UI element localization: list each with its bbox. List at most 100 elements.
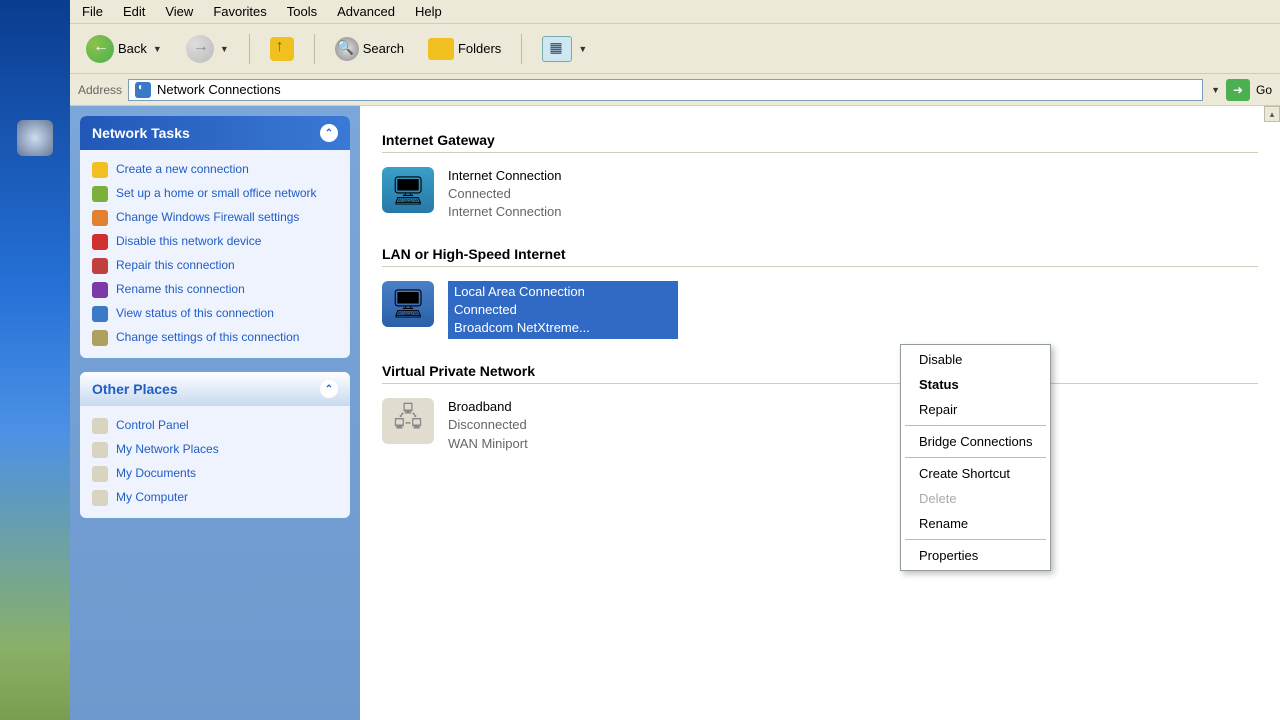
place-network-places[interactable]: My Network Places	[92, 438, 338, 462]
connection-status: Connected	[448, 185, 561, 203]
context-shortcut[interactable]: Create Shortcut	[903, 461, 1048, 486]
network-places-icon	[92, 442, 108, 458]
status-icon	[92, 306, 108, 322]
context-delete[interactable]: Delete	[903, 486, 1048, 511]
task-repair[interactable]: Repair this connection	[92, 254, 338, 278]
place-label: My Computer	[116, 490, 188, 506]
connection-device: Broadcom NetXtreme...	[454, 319, 672, 337]
back-button[interactable]: Back ▼	[78, 31, 170, 67]
task-create-connection[interactable]: Create a new connection	[92, 158, 338, 182]
address-value: Network Connections	[157, 82, 281, 97]
context-separator	[905, 457, 1046, 458]
rename-icon	[92, 282, 108, 298]
back-arrow-icon	[86, 35, 114, 63]
context-menu: Disable Status Repair Bridge Connections…	[900, 344, 1051, 571]
chevron-down-icon: ▼	[578, 44, 587, 54]
connection-vpn[interactable]: Broadband Disconnected WAN Miniport	[382, 398, 1258, 453]
connection-status: Disconnected	[448, 416, 528, 434]
menu-tools[interactable]: Tools	[287, 4, 317, 19]
back-label: Back	[118, 41, 147, 56]
chevron-down-icon[interactable]: ▼	[1211, 85, 1220, 95]
views-button[interactable]: ▼	[534, 32, 595, 66]
task-label: Rename this connection	[116, 282, 245, 298]
chevron-down-icon: ▼	[220, 44, 229, 54]
internet-connection-icon	[382, 167, 434, 213]
go-arrow-icon: ➜	[1233, 83, 1243, 97]
firewall-icon	[92, 210, 108, 226]
network-tasks-panel: Network Tasks ⌃ Create a new connection …	[80, 116, 350, 358]
search-button[interactable]: Search	[327, 33, 412, 65]
address-label: Address	[78, 83, 122, 97]
connection-name: Local Area Connection	[454, 283, 672, 301]
search-label: Search	[363, 41, 404, 56]
connection-text: Broadband Disconnected WAN Miniport	[448, 398, 528, 453]
go-label: Go	[1256, 83, 1272, 97]
context-bridge[interactable]: Bridge Connections	[903, 429, 1048, 454]
menu-advanced[interactable]: Advanced	[337, 4, 395, 19]
scroll-up-button[interactable]: ▴	[1264, 106, 1280, 122]
menu-help[interactable]: Help	[415, 4, 442, 19]
task-view-status[interactable]: View status of this connection	[92, 302, 338, 326]
address-field[interactable]: Network Connections	[128, 79, 1203, 101]
context-separator	[905, 425, 1046, 426]
task-change-settings[interactable]: Change settings of this connection	[92, 326, 338, 350]
context-status[interactable]: Status	[903, 372, 1048, 397]
chevron-down-icon: ▼	[153, 44, 162, 54]
task-disable-device[interactable]: Disable this network device	[92, 230, 338, 254]
connection-local-area[interactable]: Local Area Connection Connected Broadcom…	[382, 281, 1258, 340]
group-header-lan: LAN or High-Speed Internet	[382, 246, 1258, 267]
toolbar: Back ▼ ▼ Search Folders ▼	[70, 24, 1280, 74]
menu-edit[interactable]: Edit	[123, 4, 145, 19]
other-places-panel: Other Places ⌃ Control Panel My Network …	[80, 372, 350, 518]
network-connections-icon	[135, 82, 151, 98]
place-my-computer[interactable]: My Computer	[92, 486, 338, 510]
collapse-button[interactable]: ⌃	[320, 124, 338, 142]
folders-label: Folders	[458, 41, 501, 56]
connection-device: Internet Connection	[448, 203, 561, 221]
control-panel-icon	[92, 418, 108, 434]
forward-button[interactable]: ▼	[178, 31, 237, 67]
task-label: Change Windows Firewall settings	[116, 210, 299, 226]
task-label: Repair this connection	[116, 258, 235, 274]
connection-name: Internet Connection	[448, 167, 561, 185]
addressbar: Address Network Connections ▼ ➜ Go	[70, 74, 1280, 106]
network-tasks-title: Network Tasks	[92, 125, 190, 141]
context-repair[interactable]: Repair	[903, 397, 1048, 422]
network-tasks-header[interactable]: Network Tasks ⌃	[80, 116, 350, 150]
group-header-gateway: Internet Gateway	[382, 132, 1258, 153]
context-disable[interactable]: Disable	[903, 347, 1048, 372]
task-rename[interactable]: Rename this connection	[92, 278, 338, 302]
menu-favorites[interactable]: Favorites	[213, 4, 266, 19]
folders-icon	[428, 38, 454, 60]
menubar: File Edit View Favorites Tools Advanced …	[70, 0, 1280, 24]
folder-up-icon	[270, 37, 294, 61]
task-setup-network[interactable]: Set up a home or small office network	[92, 182, 338, 206]
network-tasks-body: Create a new connection Set up a home or…	[80, 150, 350, 358]
connection-text: Internet Connection Connected Internet C…	[448, 167, 561, 222]
collapse-button[interactable]: ⌃	[320, 380, 338, 398]
up-button[interactable]	[262, 33, 302, 65]
connection-internet-gateway[interactable]: Internet Connection Connected Internet C…	[382, 167, 1258, 222]
toolbar-separator	[314, 34, 315, 64]
sidebar: Network Tasks ⌃ Create a new connection …	[70, 106, 360, 720]
content-area: Network Tasks ⌃ Create a new connection …	[70, 106, 1280, 720]
task-firewall[interactable]: Change Windows Firewall settings	[92, 206, 338, 230]
place-my-documents[interactable]: My Documents	[92, 462, 338, 486]
recycle-bin-icon[interactable]	[17, 120, 53, 156]
place-control-panel[interactable]: Control Panel	[92, 414, 338, 438]
place-label: My Network Places	[116, 442, 219, 458]
vpn-connection-icon	[382, 398, 434, 444]
context-properties[interactable]: Properties	[903, 543, 1048, 568]
menu-file[interactable]: File	[82, 4, 103, 19]
repair-icon	[92, 258, 108, 274]
main-content[interactable]: ▴ Internet Gateway Internet Connection C…	[360, 106, 1280, 720]
context-rename[interactable]: Rename	[903, 511, 1048, 536]
group-header-vpn: Virtual Private Network	[382, 363, 1258, 384]
desktop-background	[0, 0, 70, 720]
go-button[interactable]: ➜	[1226, 79, 1250, 101]
connection-status: Connected	[454, 301, 672, 319]
menu-view[interactable]: View	[165, 4, 193, 19]
folders-button[interactable]: Folders	[420, 34, 509, 64]
other-places-header[interactable]: Other Places ⌃	[80, 372, 350, 406]
other-places-title: Other Places	[92, 381, 178, 397]
